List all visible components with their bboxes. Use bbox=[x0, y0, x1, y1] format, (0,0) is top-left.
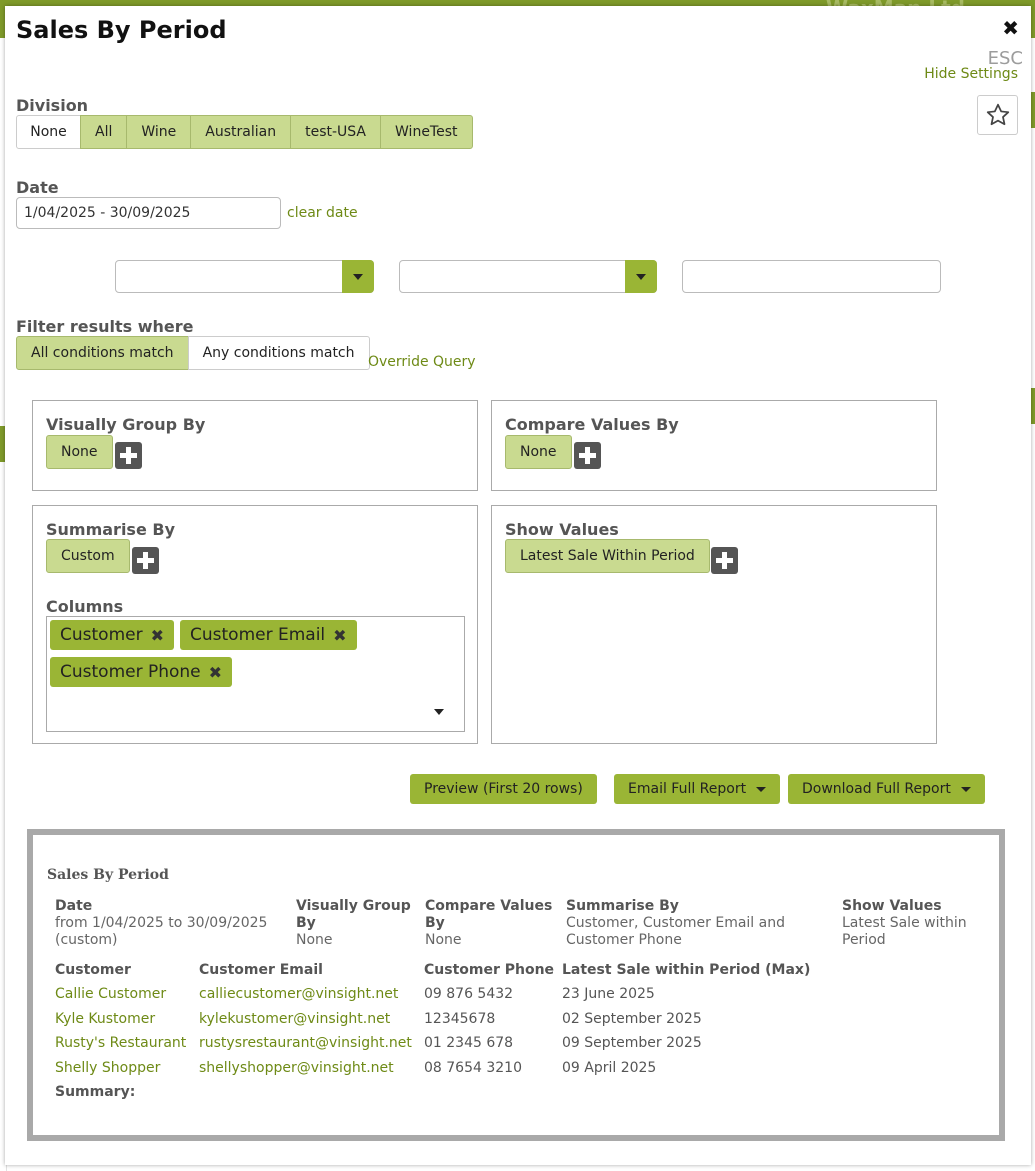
report-column-header: Customer bbox=[55, 962, 131, 978]
columns-multiselect[interactable]: Customer ✖ Customer Email ✖ Customer Pho… bbox=[46, 616, 465, 732]
chevron-down-icon[interactable] bbox=[342, 260, 374, 293]
panel-title: Compare Values By bbox=[505, 415, 679, 434]
report-content: Sales By Period Date from 1/04/2025 to 3… bbox=[33, 835, 999, 1135]
report-preview: Sales By Period Date from 1/04/2025 to 3… bbox=[27, 829, 1005, 1141]
hide-settings-link[interactable]: Hide Settings bbox=[924, 66, 1018, 82]
compare-values-by-value[interactable]: None bbox=[505, 435, 572, 469]
preview-button-label: Preview (First 20 rows) bbox=[424, 781, 583, 797]
column-tag-label: Customer Email bbox=[190, 625, 326, 645]
report-cell-email[interactable]: kylekustomer@vinsight.net bbox=[199, 1011, 390, 1027]
remove-icon[interactable]: ✖ bbox=[209, 663, 222, 682]
column-tag-label: Customer bbox=[60, 625, 143, 645]
report-cell-latest-sale: 09 September 2025 bbox=[562, 1035, 702, 1051]
division-option-winetest[interactable]: WineTest bbox=[380, 115, 473, 149]
caret-down-icon bbox=[756, 786, 767, 792]
filter-mode-options: All conditions match Any conditions matc… bbox=[16, 336, 370, 370]
add-icon[interactable] bbox=[574, 442, 601, 469]
report-cell-phone: 08 7654 3210 bbox=[424, 1060, 522, 1076]
panel-title: Summarise By bbox=[46, 520, 175, 539]
report-cell-phone: 12345678 bbox=[424, 1011, 496, 1027]
clear-date-link[interactable]: clear date bbox=[287, 205, 358, 221]
column-tag: Customer Phone ✖ bbox=[50, 657, 233, 687]
remove-icon[interactable]: ✖ bbox=[151, 626, 164, 645]
report-meta-heading: Show Values bbox=[842, 898, 942, 914]
dialog-title: Sales By Period bbox=[16, 16, 227, 44]
close-icon[interactable]: ✖ bbox=[1002, 16, 1019, 40]
division-option-none[interactable]: None bbox=[16, 115, 81, 149]
report-meta-value: Latest Sale within Period bbox=[842, 915, 967, 948]
preview-button[interactable]: Preview (First 20 rows) bbox=[410, 774, 597, 804]
filter-field-select[interactable] bbox=[115, 260, 374, 293]
report-cell-customer[interactable]: Rusty's Restaurant bbox=[55, 1035, 186, 1051]
report-title: Sales By Period bbox=[47, 867, 169, 883]
add-icon[interactable] bbox=[115, 442, 142, 469]
report-column-header: Customer Email bbox=[199, 962, 323, 978]
column-tag-label: Customer Phone bbox=[60, 662, 201, 682]
report-cell-latest-sale: 09 April 2025 bbox=[562, 1060, 657, 1076]
chevron-down-icon[interactable] bbox=[434, 709, 444, 715]
report-meta-value: None bbox=[425, 932, 462, 948]
panel-title: Show Values bbox=[505, 520, 619, 539]
sales-by-period-dialog: Sales By Period ✖ ESC Hide Settings Divi… bbox=[5, 6, 1031, 1165]
report-cell-customer[interactable]: Callie Customer bbox=[55, 986, 166, 1002]
caret-down-icon bbox=[960, 786, 971, 792]
favorite-button[interactable] bbox=[977, 95, 1018, 135]
chevron-down-icon[interactable] bbox=[625, 260, 657, 293]
report-meta-heading: Visually Group By bbox=[296, 898, 411, 931]
column-tag: Customer Email ✖ bbox=[180, 620, 357, 650]
report-column-header: Latest Sale within Period (Max) bbox=[562, 962, 811, 978]
report-cell-email[interactable]: calliecustomer@vinsight.net bbox=[199, 986, 398, 1002]
filter-mode-any[interactable]: Any conditions match bbox=[187, 336, 370, 370]
report-column-header: Customer Phone bbox=[424, 962, 555, 978]
division-option-wine[interactable]: Wine bbox=[126, 115, 192, 149]
compare-values-by-panel: Compare Values By None bbox=[491, 400, 937, 491]
column-tag: Customer ✖ bbox=[50, 620, 174, 650]
report-meta-value: None bbox=[296, 932, 333, 948]
report-summary-label: Summary: bbox=[55, 1084, 136, 1100]
report-meta-value: Customer, Customer Email and Customer Ph… bbox=[566, 915, 785, 948]
report-meta-heading: Date bbox=[55, 898, 93, 914]
date-range-input[interactable]: 1/04/2025 - 30/09/2025 bbox=[16, 197, 281, 229]
filter-operator-select[interactable] bbox=[399, 260, 657, 293]
division-option-all[interactable]: All bbox=[80, 115, 128, 149]
add-icon[interactable] bbox=[132, 547, 159, 574]
remove-icon[interactable]: ✖ bbox=[333, 626, 346, 645]
report-meta-heading: Summarise By bbox=[566, 898, 679, 914]
report-cell-email[interactable]: rustysrestaurant@vinsight.net bbox=[199, 1035, 412, 1051]
star-icon bbox=[986, 103, 1009, 126]
report-cell-customer[interactable]: Shelly Shopper bbox=[55, 1060, 160, 1076]
show-values-panel: Show Values Latest Sale Within Period bbox=[491, 505, 937, 744]
report-cell-phone: 09 876 5432 bbox=[424, 986, 514, 1002]
download-button-label: Download Full Report bbox=[802, 781, 951, 797]
summarise-by-value[interactable]: Custom bbox=[46, 539, 130, 573]
columns-label: Columns bbox=[46, 597, 124, 616]
email-report-button[interactable]: Email Full Report bbox=[614, 774, 781, 804]
report-meta-heading: Compare Values By bbox=[425, 898, 553, 931]
filter-label: Filter results where bbox=[16, 317, 194, 336]
report-meta-value: from 1/04/2025 to 30/09/2025 (custom) bbox=[55, 915, 268, 948]
division-options: None All Wine Australian test-USA WineTe… bbox=[16, 115, 473, 149]
report-cell-phone: 01 2345 678 bbox=[424, 1035, 514, 1051]
report-cell-customer[interactable]: Kyle Kustomer bbox=[55, 1011, 155, 1027]
visually-group-by-value[interactable]: None bbox=[46, 435, 113, 469]
download-report-button[interactable]: Download Full Report bbox=[788, 774, 985, 804]
date-label: Date bbox=[16, 178, 59, 197]
report-cell-latest-sale: 02 September 2025 bbox=[562, 1011, 702, 1027]
panel-title: Visually Group By bbox=[46, 415, 206, 434]
email-button-label: Email Full Report bbox=[628, 781, 747, 797]
add-icon[interactable] bbox=[711, 547, 738, 574]
report-cell-email[interactable]: shellyshopper@vinsight.net bbox=[199, 1060, 394, 1076]
show-values-value[interactable]: Latest Sale Within Period bbox=[505, 539, 710, 573]
report-cell-latest-sale: 23 June 2025 bbox=[562, 986, 655, 1002]
filter-value-input[interactable] bbox=[682, 260, 941, 293]
division-option-australian[interactable]: Australian bbox=[190, 115, 292, 149]
visually-group-by-panel: Visually Group By None bbox=[32, 400, 478, 491]
division-label: Division bbox=[16, 96, 89, 115]
division-option-test-usa[interactable]: test-USA bbox=[290, 115, 382, 149]
summarise-by-panel: Summarise By Custom Columns Customer ✖ C… bbox=[32, 505, 478, 744]
override-query-link[interactable]: Override Query bbox=[368, 354, 476, 370]
filter-mode-all[interactable]: All conditions match bbox=[16, 336, 189, 370]
